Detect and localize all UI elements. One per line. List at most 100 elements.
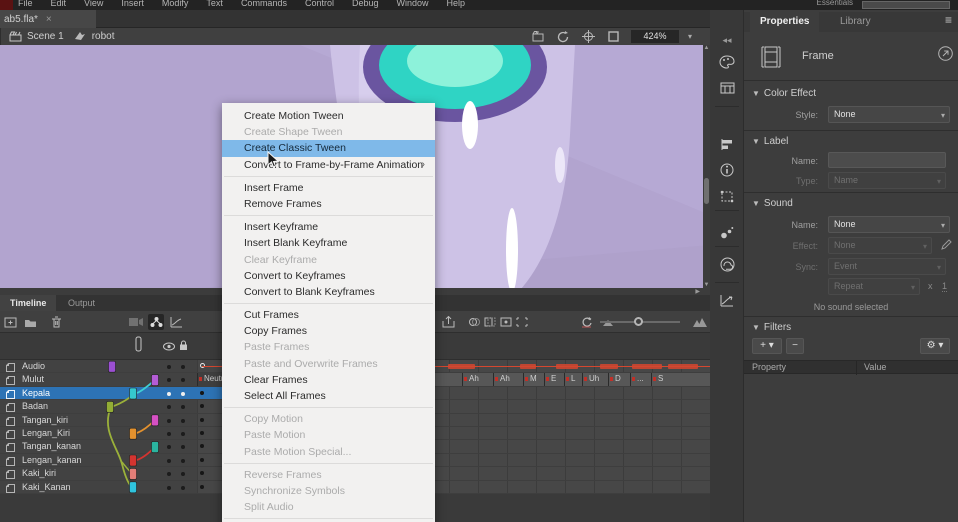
menu-modify[interactable]: Modify xyxy=(162,0,189,9)
edit-multiple-frames-icon[interactable] xyxy=(498,314,514,330)
section-color-effect[interactable]: ▼Color Effect xyxy=(752,88,816,99)
layer-visibility-dot[interactable] xyxy=(167,378,171,382)
menu-item-create-motion-tween[interactable]: Create Motion Tween xyxy=(222,108,435,124)
menu-file[interactable]: File xyxy=(18,0,33,9)
repeat-count-value[interactable]: 1 xyxy=(942,281,947,292)
new-layer-icon[interactable] xyxy=(2,314,18,330)
menu-text[interactable]: Text xyxy=(206,0,223,9)
style-dropdown[interactable]: None▾ xyxy=(828,106,950,123)
menu-item-insert-blank-keyframe[interactable]: Insert Blank Keyframe xyxy=(222,235,435,251)
layer-name[interactable]: Badan xyxy=(22,401,48,411)
menu-debug[interactable]: Debug xyxy=(352,0,379,9)
menu-item-copy-frames[interactable]: Copy Frames xyxy=(222,323,435,339)
layer-lock-dot[interactable] xyxy=(181,472,185,476)
layer-depth-icon[interactable] xyxy=(168,314,184,330)
layer-name[interactable]: Kaki_Kanan xyxy=(22,482,71,492)
zoom-dropdown-chevron-icon[interactable]: ▾ xyxy=(688,32,692,41)
layer-lock-dot[interactable] xyxy=(181,405,185,409)
keyframe-marker[interactable] xyxy=(200,458,204,462)
tab-library[interactable]: Library xyxy=(830,12,881,32)
keyframe-marker[interactable] xyxy=(200,485,204,489)
keyframe-marker[interactable] xyxy=(200,418,204,422)
tab-timeline[interactable]: Timeline xyxy=(0,295,56,311)
frame-range-icon[interactable] xyxy=(514,314,530,330)
creative-cloud-icon[interactable] xyxy=(710,252,744,276)
label-name-input[interactable] xyxy=(828,152,946,168)
rotate-icon[interactable] xyxy=(556,30,572,44)
timeline-zoom-knob[interactable] xyxy=(634,317,643,326)
menu-view[interactable]: View xyxy=(84,0,103,9)
layer-lock-dot[interactable] xyxy=(181,459,185,463)
menu-window[interactable]: Window xyxy=(397,0,429,9)
remove-filter-button[interactable]: − xyxy=(786,338,804,354)
scroll-up-icon[interactable]: ▲ xyxy=(703,45,710,51)
delete-layer-icon[interactable] xyxy=(48,314,64,330)
layer-name[interactable]: Lengan_Kiri xyxy=(22,428,70,438)
layer-visibility-dot[interactable] xyxy=(167,459,171,463)
eye-column-icon[interactable] xyxy=(163,342,175,351)
edit-sound-envelope-icon[interactable] xyxy=(940,238,952,251)
lipsync-keyframe[interactable]: Ah xyxy=(462,373,486,386)
tab-output[interactable]: Output xyxy=(58,295,105,311)
layer-visibility-dot[interactable] xyxy=(167,365,171,369)
layer-visibility-dot[interactable] xyxy=(167,472,171,476)
layer-lock-dot[interactable] xyxy=(181,419,185,423)
onion-skin-icon[interactable] xyxy=(466,314,482,330)
menu-edit[interactable]: Edit xyxy=(51,0,67,9)
align-panel-icon[interactable] xyxy=(710,132,744,156)
history-graph-icon[interactable] xyxy=(710,288,744,312)
help-link-icon[interactable] xyxy=(938,46,953,61)
section-filters[interactable]: ▼Filters xyxy=(752,322,791,333)
tab-properties[interactable]: Properties xyxy=(750,12,819,32)
menu-item-insert-frame[interactable]: Insert Frame xyxy=(222,180,435,196)
filter-options-button[interactable]: ⚙ ▾ xyxy=(920,338,950,354)
layer-visibility-dot[interactable] xyxy=(167,392,171,396)
vertical-scroll-thumb[interactable] xyxy=(704,178,709,204)
section-label[interactable]: ▼Label xyxy=(752,136,788,147)
menu-item-select-all-frames[interactable]: Select All Frames xyxy=(222,388,435,404)
onion-skin-outline-icon[interactable] xyxy=(482,314,498,330)
lipsync-keyframe[interactable]: Ah xyxy=(493,373,517,386)
menu-item-remove-frames[interactable]: Remove Frames xyxy=(222,196,435,212)
vertical-scrollbar[interactable]: ▲ ▼ xyxy=(703,45,710,288)
layer-name[interactable]: Kaki_kiri xyxy=(22,468,56,478)
add-filter-button[interactable]: + ▾ xyxy=(752,338,782,354)
menu-item-create-classic-tween[interactable]: Create Classic Tween xyxy=(222,140,435,156)
layer-visibility-dot[interactable] xyxy=(167,405,171,409)
layer-name[interactable]: Kepala xyxy=(22,388,50,398)
particles-panel-icon[interactable] xyxy=(710,220,744,244)
section-sound[interactable]: ▼Sound xyxy=(752,198,793,209)
menu-control[interactable]: Control xyxy=(305,0,334,9)
menu-insert[interactable]: Insert xyxy=(121,0,144,9)
export-frame-icon[interactable] xyxy=(440,314,456,330)
keyframe-marker[interactable] xyxy=(200,431,204,435)
camera-icon[interactable] xyxy=(128,314,144,330)
layer-visibility-dot[interactable] xyxy=(167,419,171,423)
menu-item-clear-frames[interactable]: Clear Frames xyxy=(222,372,435,388)
scroll-right-icon[interactable]: ▶ xyxy=(695,288,700,295)
new-folder-icon[interactable] xyxy=(22,314,38,330)
layer-visibility-dot[interactable] xyxy=(167,486,171,490)
layer-lock-dot[interactable] xyxy=(181,365,185,369)
info-panel-icon[interactable] xyxy=(710,158,744,182)
menu-item-cut-frames[interactable]: Cut Frames xyxy=(222,307,435,323)
search-box[interactable] xyxy=(862,1,950,9)
layer-lock-dot[interactable] xyxy=(181,445,185,449)
menu-item-convert-to-frame-by-frame-animation[interactable]: Convert to Frame-by-Frame Animation› xyxy=(222,157,435,173)
clip-content-icon[interactable] xyxy=(606,30,622,44)
layer-visibility-dot[interactable] xyxy=(167,432,171,436)
lipsync-keyframe[interactable]: D xyxy=(608,373,632,386)
document-tab[interactable]: ab5.fla* × xyxy=(0,10,96,28)
menu-item-insert-keyframe[interactable]: Insert Keyframe xyxy=(222,219,435,235)
lipsync-keyframe[interactable]: S xyxy=(651,373,675,386)
layer-name[interactable]: Tangan_kiri xyxy=(22,415,68,425)
zoom-level-input[interactable]: 424% xyxy=(631,30,679,43)
lock-column-icon[interactable] xyxy=(179,340,188,351)
layer-lock-dot[interactable] xyxy=(181,392,185,396)
layer-name[interactable]: Mulut xyxy=(22,374,44,384)
timeline-zoom-slider[interactable] xyxy=(600,321,680,323)
layer-name[interactable]: Audio xyxy=(22,361,45,371)
menu-item-convert-to-blank-keyframes[interactable]: Convert to Blank Keyframes xyxy=(222,284,435,300)
layer-lock-dot[interactable] xyxy=(181,432,185,436)
collapse-panels-icon[interactable]: ◂◂ xyxy=(710,28,744,52)
